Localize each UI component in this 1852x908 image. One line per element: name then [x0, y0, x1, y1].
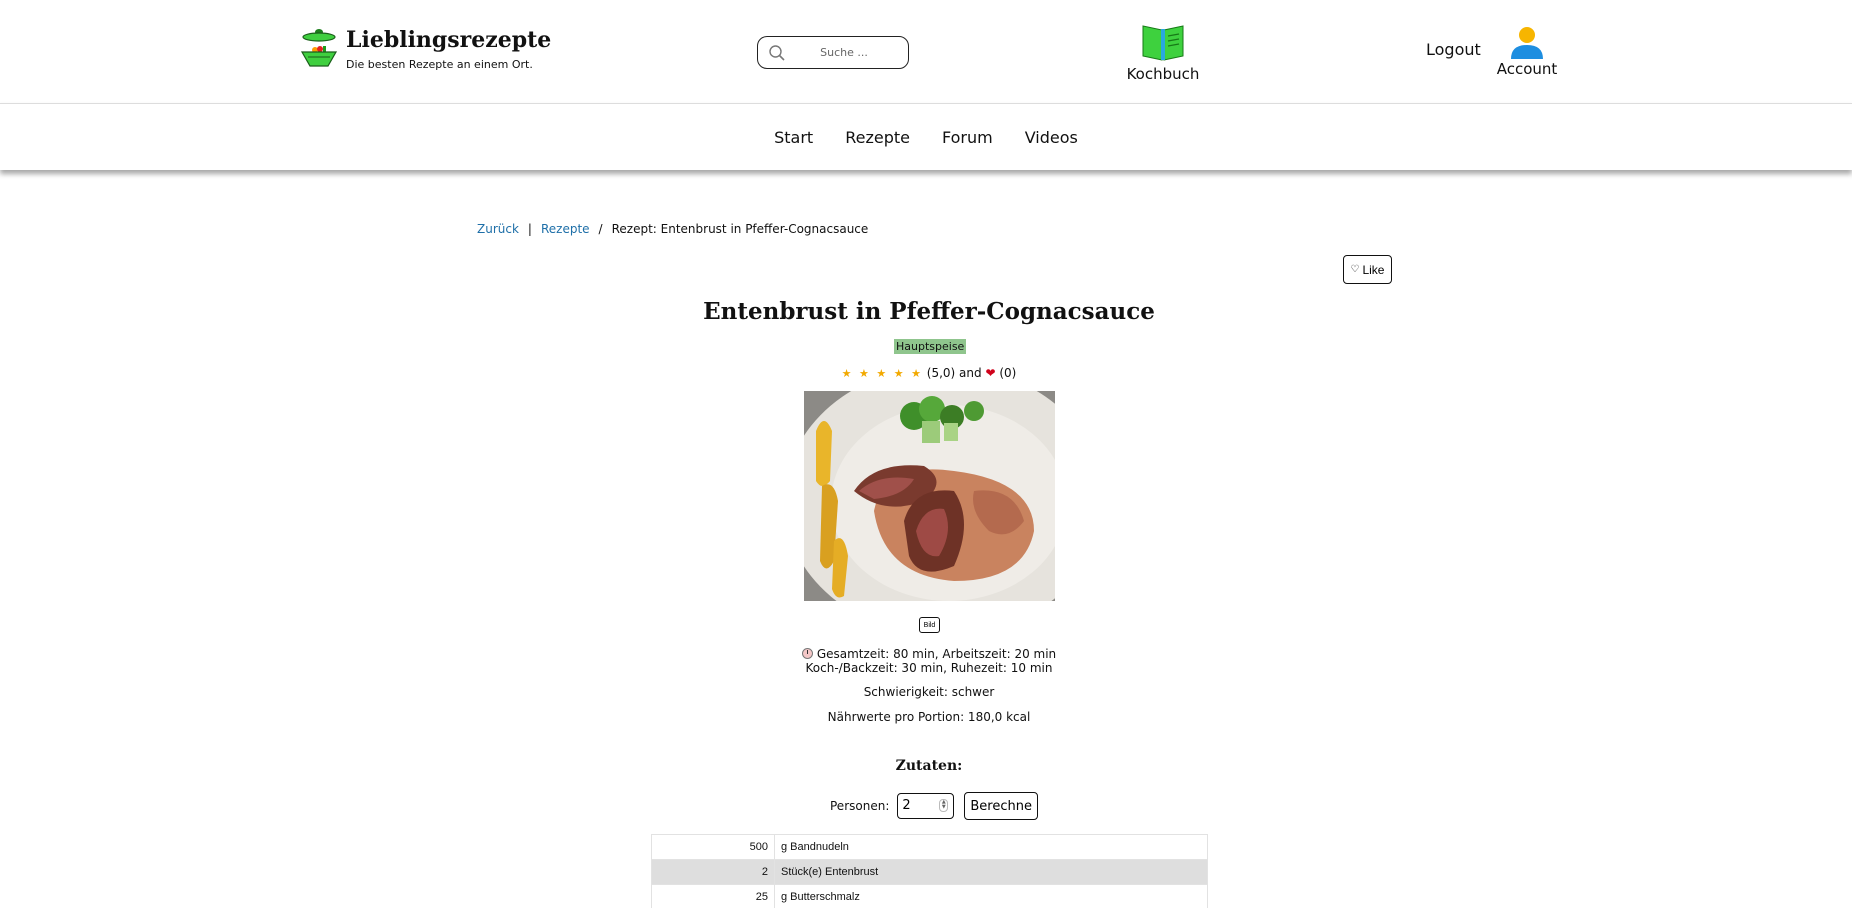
account-icon	[1511, 27, 1543, 59]
like-button[interactable]: ♡ Like	[1343, 255, 1392, 284]
persons-label: Personen:	[830, 799, 890, 813]
ingredient-quantity: 500	[651, 834, 775, 860]
rating-line: ★ ★ ★ ★ ★ (5,0) and ❤ (0)	[0, 366, 1852, 380]
nav-item-rezepte[interactable]: Rezepte	[845, 128, 910, 147]
ingredient-name: g Bandnudeln	[774, 834, 1208, 860]
search-box[interactable]	[757, 36, 909, 69]
account-link[interactable]: Account	[1495, 25, 1559, 78]
persons-stepper[interactable]: ▲▼	[897, 793, 955, 819]
persons-input[interactable]	[898, 794, 935, 816]
like-label: Like	[1362, 262, 1385, 277]
breadcrumb-current: Rezept: Entenbrust in Pfeffer-Cognacsauc…	[611, 222, 869, 236]
kochbuch-link[interactable]: Kochbuch	[1125, 22, 1201, 83]
table-row: 500 g Bandnudeln	[651, 834, 1208, 860]
category-badge[interactable]: Hauptspeise	[894, 339, 967, 354]
calculate-button[interactable]: Berechne	[964, 792, 1038, 820]
likes-count: (0)	[999, 366, 1017, 380]
logout-link[interactable]: Logout	[1426, 40, 1481, 59]
pot-icon	[300, 29, 338, 67]
clock-icon	[801, 648, 813, 659]
ingredient-quantity: 2	[651, 859, 775, 885]
top-header: Lieblingsrezepte Die besten Rezepte an e…	[0, 0, 1852, 103]
recipe-times: Gesamtzeit: 80 min, Arbeitszeit: 20 min …	[0, 647, 1852, 675]
account-label: Account	[1496, 60, 1558, 78]
recipe-nutrition: Nährwerte pro Portion: 180,0 kcal	[827, 710, 1031, 724]
persons-form: Personen: ▲▼ Berechne	[830, 792, 1038, 820]
nav-item-videos[interactable]: Videos	[1025, 128, 1078, 147]
breadcrumb-back-link[interactable]: Zurück	[477, 222, 519, 236]
nav-item-forum[interactable]: Forum	[942, 128, 993, 147]
rating-and: and	[959, 366, 982, 380]
main-nav: Start Rezepte Forum Videos	[0, 103, 1852, 170]
ingredients-table: 500 g Bandnudeln 2 Stück(e) Entenbrust 2…	[651, 834, 1208, 908]
rating-value: (5,0)	[926, 366, 956, 380]
spinner-arrows-icon[interactable]: ▲ ▼	[939, 799, 949, 812]
search-input[interactable]	[794, 42, 894, 63]
ingredient-quantity: 25	[651, 884, 775, 908]
breadcrumb-separator: |	[527, 222, 532, 236]
heart-outline-icon: ♡	[1350, 264, 1360, 275]
image-button[interactable]: Bild	[919, 617, 940, 633]
recipe-image	[804, 391, 1055, 601]
table-row: 2 Stück(e) Entenbrust	[651, 859, 1208, 885]
breadcrumb: Zurück | Rezepte / Rezept: Entenbrust in Pfe…	[477, 222, 868, 236]
recipe-difficulty: Schwierigkeit: schwer	[863, 685, 995, 699]
rating-stars: ★ ★ ★ ★ ★	[841, 367, 923, 380]
site-title: Lieblingsrezepte	[346, 27, 552, 53]
heart-icon: ❤	[985, 366, 996, 380]
breadcrumb-recipes-link[interactable]: Rezepte	[541, 222, 590, 236]
site-tagline: Die besten Rezepte an einem Ort.	[346, 58, 533, 71]
book-icon	[1142, 25, 1184, 61]
table-row: 25 g Butterschmalz	[651, 884, 1208, 908]
ingredient-name: Stück(e) Entenbrust	[774, 859, 1208, 885]
times-line-1: Gesamtzeit: 80 min, Arbeitszeit: 20 min	[816, 647, 1057, 661]
ingredients-heading: Zutaten:	[895, 758, 963, 774]
times-line-2: Koch-/Backzeit: 30 min, Ruhezeit: 10 min	[805, 661, 1053, 675]
search-icon	[769, 45, 785, 61]
ingredient-name: g Butterschmalz	[774, 884, 1208, 908]
site-logo[interactable]: Lieblingsrezepte Die besten Rezepte an e…	[300, 26, 551, 71]
nav-item-start[interactable]: Start	[774, 128, 813, 147]
recipe-title: Entenbrust in Pfeffer-Cognacsauce	[703, 298, 1155, 325]
breadcrumb-separator: /	[598, 222, 603, 236]
kochbuch-label: Kochbuch	[1126, 65, 1200, 83]
